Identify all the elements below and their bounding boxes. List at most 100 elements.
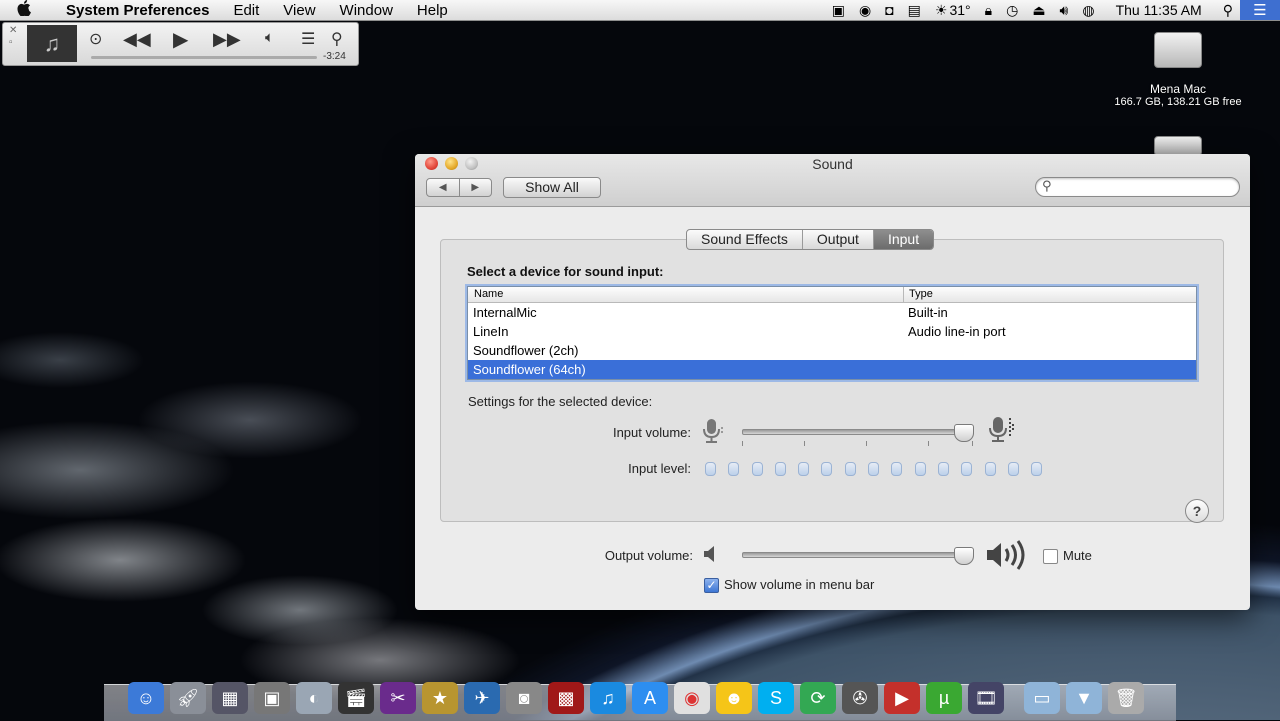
robot-icon[interactable]: ◘ bbox=[878, 2, 900, 18]
screenshot-icon[interactable]: ▤ bbox=[901, 2, 928, 19]
device-name: InternalMic bbox=[473, 305, 537, 320]
spotlight-icon[interactable]: ⚲ bbox=[1216, 2, 1240, 19]
search-icon: ⚲ bbox=[1042, 178, 1052, 193]
volume-icon[interactable]: 🔈︎ bbox=[265, 29, 274, 46]
weather-icon[interactable]: ☀ 31° bbox=[928, 2, 978, 19]
hard-drive-icon bbox=[1154, 32, 1202, 68]
column-header-type[interactable]: Type bbox=[909, 288, 933, 300]
back-arrow-icon[interactable]: ◀ bbox=[427, 179, 460, 196]
skype-status-icon[interactable]: ◉ bbox=[852, 2, 878, 19]
app-store-icon[interactable]: A bbox=[632, 682, 668, 714]
mini-player-restore-icon[interactable]: ▫ bbox=[9, 37, 17, 49]
device-name: LineIn bbox=[473, 324, 509, 339]
edit-menu[interactable]: Edit bbox=[221, 2, 271, 19]
search-icon[interactable]: ⚲ bbox=[331, 29, 343, 49]
speaker-high-icon bbox=[985, 540, 1029, 576]
itunes-icon[interactable]: ♫ bbox=[590, 682, 626, 714]
clapboard-icon[interactable]: 🎞︎ bbox=[968, 682, 1004, 714]
time-remaining: -3:24 bbox=[323, 51, 346, 62]
app-name-menu[interactable]: System Preferences bbox=[48, 2, 221, 19]
input-volume-slider[interactable] bbox=[742, 429, 974, 435]
imovie-icon[interactable]: ★ bbox=[422, 682, 458, 714]
mission-control-icon[interactable]: ▣ bbox=[254, 682, 290, 714]
lock-icon[interactable]: 🔒︎ bbox=[978, 2, 999, 19]
input-level-segment bbox=[751, 462, 763, 476]
photo-booth-icon[interactable]: ▩ bbox=[548, 682, 584, 714]
input-level-segment bbox=[844, 462, 856, 476]
table-row[interactable]: InternalMic Built-in bbox=[468, 303, 1196, 322]
film-reel-icon[interactable]: ✇ bbox=[842, 682, 878, 714]
output-volume-label: Output volume: bbox=[604, 548, 693, 563]
bird-icon[interactable]: ✈ bbox=[464, 682, 500, 714]
help-menu[interactable]: Help bbox=[405, 2, 460, 19]
finder-alt-icon[interactable]: ◐ bbox=[296, 682, 332, 714]
fast-forward-icon[interactable]: ▶▶ bbox=[213, 29, 241, 50]
play-icon[interactable]: ▶ bbox=[173, 27, 188, 52]
tab-sound-effects[interactable]: Sound Effects bbox=[687, 230, 803, 249]
rewind-icon[interactable]: ◀◀ bbox=[123, 29, 151, 50]
final-cut-icon[interactable]: ✂ bbox=[380, 682, 416, 714]
time-machine-icon[interactable]: ◷ bbox=[999, 2, 1025, 19]
table-row[interactable]: Soundflower (2ch) bbox=[468, 341, 1196, 360]
apple-menu-icon[interactable] bbox=[0, 0, 48, 20]
clapper-icon[interactable]: 🎬︎ bbox=[338, 682, 374, 714]
input-level-segment bbox=[914, 462, 926, 476]
device-name: Soundflower (64ch) bbox=[473, 362, 586, 377]
show-volume-checkbox[interactable]: ✓ bbox=[704, 578, 719, 593]
view-menu[interactable]: View bbox=[271, 2, 327, 19]
chrome-icon[interactable]: ◉ bbox=[674, 682, 710, 714]
table-row[interactable]: LineIn Audio line-in port bbox=[468, 322, 1196, 341]
launchpad-icon[interactable]: 🚀︎ bbox=[170, 682, 206, 714]
output-volume-knob[interactable] bbox=[953, 547, 974, 565]
microphone-low-icon bbox=[702, 418, 726, 450]
list-icon[interactable]: ☰ bbox=[301, 29, 315, 49]
tab-output[interactable]: Output bbox=[803, 230, 874, 249]
itunes-mini-player: ✕ ▫ ♫ ⊙ ◀◀ ▶ ▶▶ 🔈︎ ☰ ⚲ -3:24 bbox=[2, 22, 359, 66]
input-volume-knob[interactable] bbox=[953, 424, 974, 442]
trash-icon[interactable]: 🗑︎ bbox=[1108, 682, 1144, 714]
downloads-folder-icon[interactable]: ▼ bbox=[1066, 682, 1102, 714]
forward-arrow-icon[interactable]: ▶ bbox=[460, 179, 492, 196]
notification-center-icon[interactable]: ☰ bbox=[1240, 0, 1280, 20]
finder-icon[interactable]: ☺ bbox=[128, 682, 164, 714]
sync-icon[interactable]: ⟳ bbox=[800, 682, 836, 714]
drive-name: Mena Mac bbox=[1149, 82, 1207, 96]
microphone-high-icon bbox=[988, 416, 1016, 450]
show-all-button[interactable]: Show All bbox=[503, 177, 601, 198]
camera-icon[interactable]: ▣ bbox=[825, 2, 852, 19]
menubar-clock[interactable]: Thu 11:35 AM bbox=[1102, 2, 1216, 18]
input-level-segment bbox=[868, 462, 880, 476]
up-next-icon[interactable]: ⊙ bbox=[89, 29, 102, 49]
smiley-icon[interactable]: ☻ bbox=[716, 682, 752, 714]
menu-bar: System Preferences Edit View Window Help… bbox=[0, 0, 1280, 21]
input-level-segment bbox=[1007, 462, 1019, 476]
show-volume-label: Show volume in menu bar bbox=[724, 577, 875, 592]
eject-icon[interactable]: ⏏ bbox=[1025, 2, 1052, 19]
column-header-name[interactable]: Name bbox=[474, 288, 503, 300]
input-source-icon[interactable]: ◍ bbox=[1075, 2, 1101, 19]
device-table[interactable]: Name Type InternalMic Built-in LineIn Au… bbox=[467, 286, 1197, 380]
column-divider[interactable] bbox=[903, 287, 904, 302]
tab-input[interactable]: Input bbox=[873, 230, 934, 249]
youtube-icon[interactable]: ▶ bbox=[884, 682, 920, 714]
input-level-segment bbox=[728, 462, 740, 476]
dashboard-icon[interactable]: ▦ bbox=[212, 682, 248, 714]
table-row-selected[interactable]: Soundflower (64ch) bbox=[468, 360, 1196, 379]
volume-icon[interactable]: 🔊︎ bbox=[1053, 2, 1076, 19]
applications-folder-icon[interactable]: ▭ bbox=[1024, 682, 1060, 714]
playback-progress-bar[interactable] bbox=[91, 56, 317, 59]
facetime-icon[interactable]: ◙ bbox=[506, 682, 542, 714]
desktop-drive[interactable]: Mena Mac 166.7 GB, 138.21 GB free bbox=[1096, 32, 1260, 108]
help-button[interactable]: ? bbox=[1185, 499, 1209, 523]
search-input[interactable]: ⚲ bbox=[1035, 177, 1240, 197]
hard-drive-icon bbox=[1154, 136, 1202, 156]
output-volume-slider[interactable] bbox=[742, 552, 974, 558]
desktop-drive-2[interactable] bbox=[1132, 136, 1224, 156]
window-menu[interactable]: Window bbox=[328, 2, 405, 19]
album-art-icon[interactable]: ♫ bbox=[27, 25, 77, 62]
input-level-segment bbox=[891, 462, 903, 476]
skype-icon[interactable]: S bbox=[758, 682, 794, 714]
mute-checkbox[interactable] bbox=[1043, 549, 1058, 564]
mini-player-close-icon[interactable]: ✕ bbox=[9, 25, 17, 37]
utorrent-icon[interactable]: µ bbox=[926, 682, 962, 714]
